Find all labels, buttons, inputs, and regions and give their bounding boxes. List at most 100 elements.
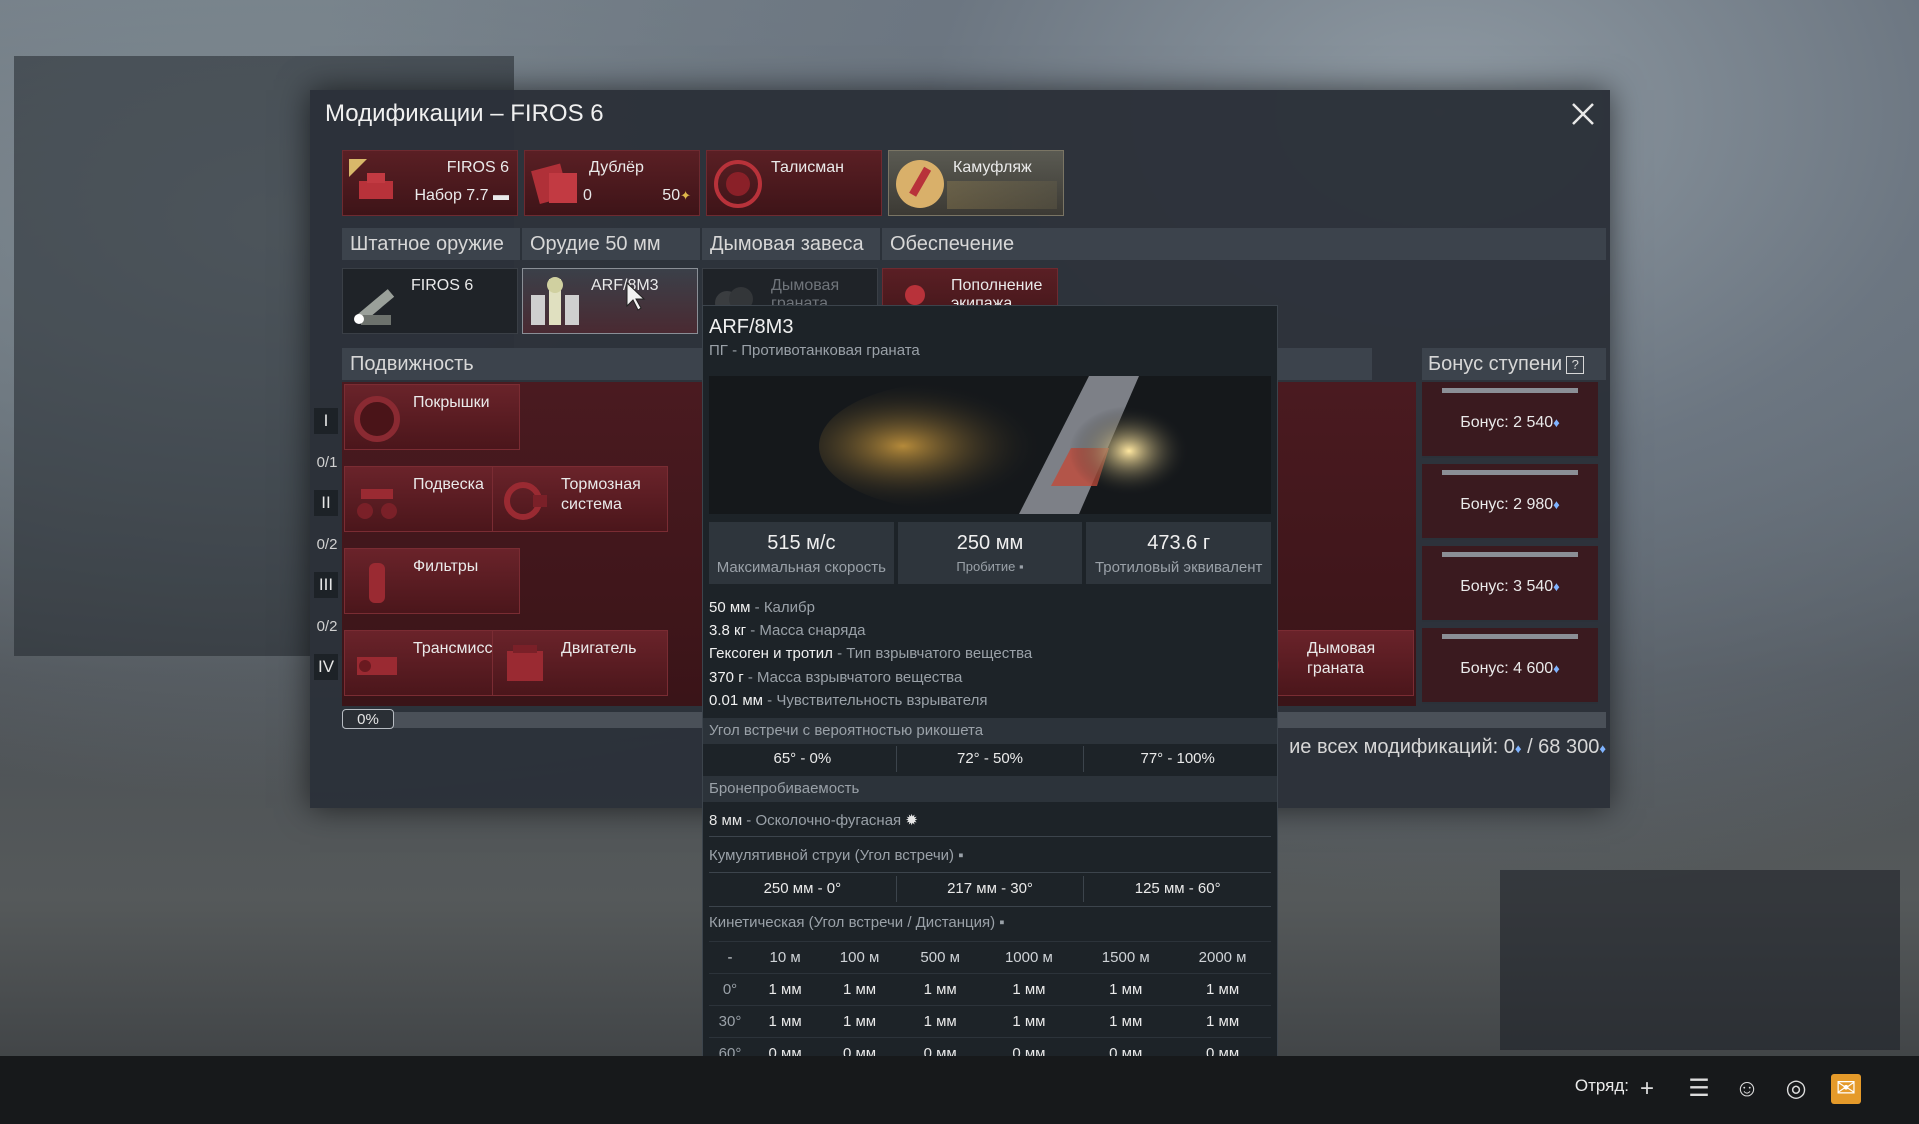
squad-label: Отряд: <box>1574 1076 1629 1095</box>
prop-explosive-mass: 370 г - Масса взрывчатого вещества <box>709 668 963 686</box>
backup-count: 0 <box>583 187 592 204</box>
eagle-icon: ✦ <box>680 188 691 203</box>
bonus-tier-2: Бонус: 2 980♦ <box>1422 464 1598 540</box>
backup-icon <box>531 163 577 205</box>
mod-engine[interactable]: Двигатель <box>492 630 668 696</box>
heat-icon: ▪ <box>958 847 964 864</box>
gem-icon: ♦ <box>1553 579 1560 594</box>
mod-tires[interactable]: Покрышки <box>344 384 520 450</box>
window-title: Модификации – FIROS 6 <box>325 100 604 127</box>
cat-support: Обеспечение <box>890 233 1015 255</box>
weapon-arf-tile[interactable]: ARF/8M3 <box>522 268 698 334</box>
backup-cost: 50✦ <box>662 187 691 204</box>
list-button[interactable]: ☰ <box>1684 1074 1714 1104</box>
cat-smoke: Дымовая завеса <box>702 228 882 260</box>
ammo-properties: 50 мм - Калибр 3.8 кг - Масса снаряда Ге… <box>709 596 1032 712</box>
weapon-arf-label: ARF/8M3 <box>591 277 659 294</box>
list-icon: ☰ <box>1688 1075 1710 1102</box>
help-icon[interactable]: ? <box>1566 355 1585 374</box>
engine-icon <box>507 645 543 681</box>
gem-icon: ♦ <box>1553 497 1560 512</box>
category-row: Штатное оружие Орудие 50 мм Дымовая заве… <box>342 228 1606 260</box>
prop-fuse-sensitivity: 0.01 мм - Чувствительность взрывателя <box>709 691 988 709</box>
mail-button[interactable]: ✉ <box>1831 1074 1861 1104</box>
prop-caliber: 50 мм - Калибр <box>709 599 815 616</box>
table-row: 0° 1 мм 1 мм 1 мм 1 мм 1 мм 1 мм <box>709 973 1271 1006</box>
chat-icon: ◎ <box>1785 1075 1807 1102</box>
talisman-label: Талисман <box>771 159 844 176</box>
gem-icon: ♦ <box>1553 661 1560 676</box>
mod-tires-label: Покрышки <box>413 394 490 411</box>
tier-1-progress: 0/1 <box>316 454 338 471</box>
penetration-icon: ▪ <box>1019 559 1024 574</box>
vehicle-name: FIROS 6 <box>446 159 509 176</box>
table-row: 30° 1 мм 1 мм 1 мм 1 мм 1 мм 1 мм <box>709 1005 1271 1038</box>
stat-tnt: 473.6 г Тротиловый эквивалент <box>1086 522 1272 584</box>
vehicle-tile[interactable]: FIROS 6 Набор 7.7 ▬ <box>342 150 518 216</box>
kinetic-icon: ▪ <box>999 914 1005 931</box>
talisman-icon <box>714 160 762 208</box>
he-icon: ✹ <box>905 812 918 829</box>
mod-filters-label: Фильтры <box>413 558 479 575</box>
ricochet-section-header: Угол встречи с вероятностью рикошета <box>703 718 1277 744</box>
ammo-stats: 515 м/с Максимальная скорость 250 мм Проби… <box>709 522 1272 584</box>
heat-header: Кумулятивной струи (Угол встречи) ▪ <box>709 847 964 864</box>
backup-label: Дублёр <box>589 159 644 176</box>
mod-smoke-grenade-label: Дымовая граната <box>1307 640 1376 677</box>
mod-brakes[interactable]: Тормозная система <box>492 466 668 532</box>
suspension-icon <box>357 489 397 519</box>
tier-4: IV <box>314 654 338 680</box>
mod-filters[interactable]: Фильтры <box>344 548 520 614</box>
mod-brakes-label: Тормозная система <box>561 476 641 513</box>
gem-icon: ♦ <box>1553 415 1560 430</box>
top-row: FIROS 6 Набор 7.7 ▬ Дублёр 0 50✦ Талисма… <box>342 150 1064 216</box>
weapon-firos-label: FIROS 6 <box>411 277 474 294</box>
progress-percent: 0% <box>342 709 394 729</box>
stat-penetration: 250 мм Пробитие ▪ <box>897 522 1083 584</box>
tire-icon <box>354 396 400 442</box>
vehicle-set: Набор 7.7 ▬ <box>414 187 509 204</box>
tier-2: II <box>314 490 338 516</box>
backup-tile[interactable]: Дублёр 0 50✦ <box>524 150 700 216</box>
ricochet-values: 65° - 0% 72° - 50% 77° - 100% <box>709 746 1271 772</box>
launcher-icon <box>354 289 395 325</box>
tooltip-title: ARF/8M3 <box>709 316 794 338</box>
heat-values: 250 мм - 0° 217 мм - 30° 125 мм - 60° <box>709 876 1271 902</box>
mouse-cursor-icon <box>626 282 646 311</box>
talisman-tile[interactable]: Талисман <box>706 150 882 216</box>
prop-mass: 3.8 кг - Масса снаряда <box>709 622 866 640</box>
ammo-image <box>709 376 1271 514</box>
armor-section-header: Бронепробиваемость <box>703 776 1277 802</box>
gem-icon: ♦ <box>1514 741 1522 756</box>
friends-button[interactable]: ☺ <box>1732 1074 1762 1104</box>
bonus-tier-1: Бонус: 2 540♦ <box>1422 382 1598 458</box>
stat-speed: 515 м/с Максимальная скорость <box>709 522 894 584</box>
total-modifications-cost: ие всех модификаций: 0♦ / 68 300♦ <box>1289 736 1606 758</box>
add-squad-button[interactable]: + <box>1632 1074 1662 1104</box>
weapon-firos-tile[interactable]: FIROS 6 <box>342 268 518 334</box>
chat-button[interactable]: ◎ <box>1781 1074 1811 1104</box>
kinetic-header-row: -10 м 100 м 500 м 1000 м 1500 м 2000 м <box>709 941 1271 974</box>
gem-icon: ♦ <box>1599 741 1606 756</box>
bottom-bar: Отряд: + ☰ ☺ ◎ ✉ <box>0 1056 1919 1124</box>
prop-explosive-type: Гексоген и тротил - Тип взрывчатого веще… <box>709 645 1033 663</box>
grenade-icon <box>531 277 579 325</box>
kinetic-header: Кинетическая (Угол встречи / Дистанция) … <box>709 914 1005 931</box>
camo-tile[interactable]: Камуфляж <box>888 150 1064 216</box>
background-panel-right <box>1500 870 1900 1050</box>
plus-icon: + <box>1639 1075 1654 1102</box>
bonus-tier-3: Бонус: 3 540♦ <box>1422 546 1598 622</box>
tier-2-progress: 0/2 <box>316 536 338 553</box>
kinetic-table: -10 м 100 м 500 м 1000 м 1500 м 2000 м 0° 1 мм… <box>709 941 1271 1069</box>
cat-gun-50mm: Орудие 50 мм <box>522 228 702 260</box>
filter-icon <box>369 563 385 603</box>
friends-icon: ☺ <box>1734 1075 1760 1102</box>
mod-engine-label: Двигатель <box>561 640 637 657</box>
transmission-icon <box>357 657 397 675</box>
cat-standard-weapon: Штатное оружие <box>342 228 522 260</box>
he-penetration: 8 мм - Осколочно-фугасная ✹ <box>709 812 918 829</box>
camo-bar <box>947 181 1057 209</box>
close-button[interactable] <box>1568 100 1598 130</box>
bonus-tier-4: Бонус: 4 600♦ <box>1422 628 1598 704</box>
mod-suspension-label: Подвеска <box>413 476 484 493</box>
